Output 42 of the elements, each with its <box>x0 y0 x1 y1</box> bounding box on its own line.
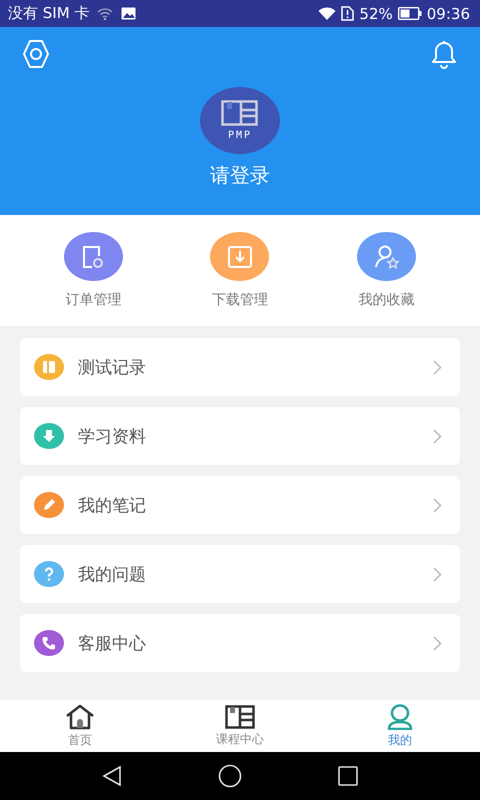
down-arrow-icon <box>41 428 57 444</box>
home-circle-icon[interactable] <box>218 764 242 788</box>
notification-icon[interactable] <box>430 39 458 69</box>
phone-icon <box>41 635 57 651</box>
image-icon <box>121 7 136 20</box>
menu-item[interactable]: 客服中心 <box>20 614 460 672</box>
chevron-right-icon <box>433 636 442 650</box>
chevron-right-icon <box>433 428 442 444</box>
user-star-icon <box>374 244 400 270</box>
user-icon <box>386 704 414 730</box>
nav-tab[interactable]: 我的 <box>350 704 450 748</box>
download-icon <box>226 244 253 270</box>
book-icon <box>41 359 57 375</box>
avatar-logo[interactable]: PMP <box>200 87 280 154</box>
quick-action[interactable]: 下载管理 <box>190 232 290 309</box>
wifi-icon <box>318 6 336 20</box>
pencil-icon <box>41 497 57 513</box>
book-icon <box>221 100 259 126</box>
sim-alert-icon <box>341 6 354 21</box>
chevron-right-icon <box>433 498 442 512</box>
menu-item[interactable]: 测试记录 <box>20 338 460 396</box>
login-link[interactable]: 请登录 <box>210 162 270 189</box>
clock-text: 09:36 <box>426 4 470 22</box>
battery-percent: 52% <box>359 4 393 22</box>
menu-item[interactable]: 我的问题 <box>20 545 460 603</box>
carrier-text: 没有 SIM 卡 <box>8 4 90 23</box>
quick-action[interactable]: 订单管理 <box>43 232 144 309</box>
menu-item[interactable]: 我的笔记 <box>20 476 460 534</box>
chevron-right-icon <box>433 566 442 582</box>
battery-icon <box>398 7 422 20</box>
home-icon <box>65 704 95 730</box>
nav-tab[interactable]: 课程中心 <box>190 704 290 748</box>
logo-text: PMP <box>228 130 252 141</box>
quick-action[interactable]: 我的收藏 <box>336 232 437 309</box>
settings-icon[interactable] <box>20 39 52 69</box>
menu-item[interactable]: 学习资料 <box>20 407 460 465</box>
book-icon <box>225 704 255 728</box>
recents-icon[interactable] <box>337 765 359 787</box>
chevron-right-icon <box>433 360 442 374</box>
wifi-icon <box>97 6 114 20</box>
back-icon[interactable] <box>101 765 123 787</box>
nav-tab[interactable]: 首页 <box>30 704 130 748</box>
